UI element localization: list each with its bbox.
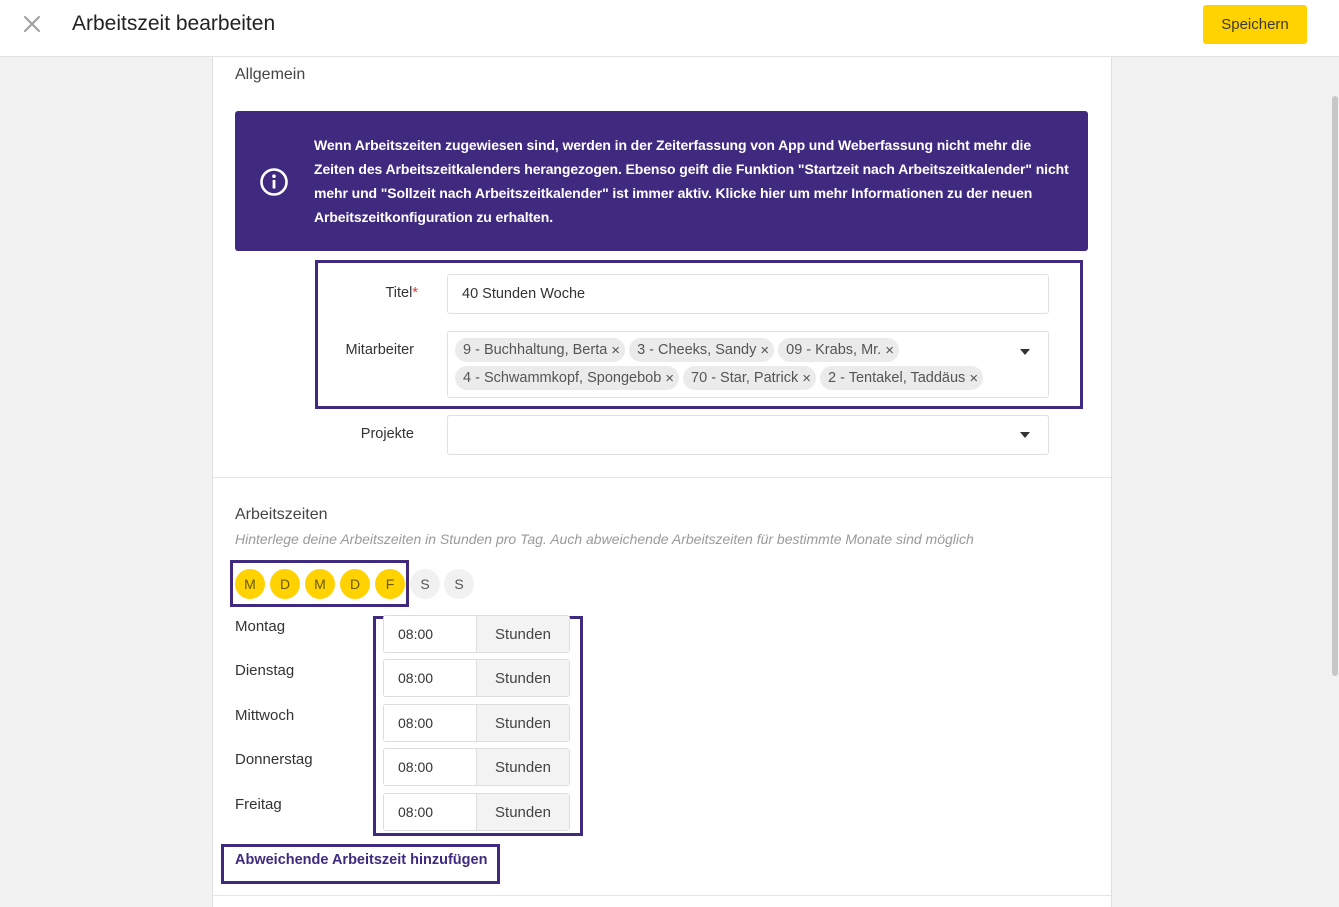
day-hours-field: Stunden [383, 748, 570, 786]
employee-chip: 4 - Schwammkopf, Spongebob × [455, 366, 680, 390]
section-divider [213, 895, 1111, 896]
hours-unit-label: Stunden [477, 794, 569, 830]
chevron-down-icon[interactable] [1020, 432, 1030, 438]
close-icon[interactable] [20, 12, 44, 36]
day-hours-field: Stunden [383, 704, 570, 742]
title-input[interactable] [447, 274, 1049, 314]
day-label: Donnerstag [235, 751, 313, 768]
title-label: Titel* [385, 285, 418, 301]
day-hours-field: Stunden [383, 615, 570, 653]
day-label: Freitag [235, 796, 282, 813]
remove-chip-icon[interactable]: × [802, 370, 811, 387]
projects-label: Projekte [360, 426, 414, 442]
employee-chip-label: 3 - Cheeks, Sandy [637, 342, 757, 358]
employee-chip-label: 9 - Buchhaltung, Berta [463, 342, 608, 358]
day-label: Montag [235, 618, 286, 635]
hours-input[interactable] [384, 705, 477, 741]
employee-chip: 9 - Buchhaltung, Berta × [455, 338, 626, 362]
scrollbar[interactable] [1332, 96, 1338, 676]
weekday-toggle[interactable]: F [375, 569, 405, 599]
weekday-toggle[interactable]: M [235, 569, 265, 599]
hours-unit-label: Stunden [477, 705, 569, 741]
day-label: Mittwoch [235, 707, 295, 724]
remove-chip-icon[interactable]: × [885, 342, 894, 359]
employees-label: Mitarbeiter [345, 342, 415, 358]
employees-multiselect[interactable]: 9 - Buchhaltung, Berta × 3 - Cheeks, Sandy… [447, 331, 1049, 398]
employee-chip-label: 2 - Tentakel, Taddäus [828, 370, 966, 386]
weekday-toggle[interactable]: S [444, 569, 474, 599]
top-bar: Arbeitszeit bearbeiten Speichern [0, 0, 1339, 57]
worktimes-subtitle: Hinterlege deine Arbeitszeiten in Stunde… [235, 531, 974, 547]
hours-input[interactable] [384, 794, 477, 830]
remove-chip-icon[interactable]: × [665, 370, 674, 387]
weekday-toggle[interactable]: D [270, 569, 300, 599]
employee-chip: 70 - Star, Patrick × [683, 366, 816, 390]
employee-chip-label: 70 - Star, Patrick [691, 370, 799, 386]
hours-unit-label: Stunden [477, 616, 569, 652]
remove-chip-icon[interactable]: × [760, 342, 769, 359]
info-icon [259, 167, 289, 197]
section-divider [213, 477, 1111, 478]
info-banner[interactable]: Wenn Arbeitszeiten zugewiesen sind, werd… [235, 111, 1088, 251]
weekday-toggle[interactable]: S [410, 569, 440, 599]
weekday-toggle[interactable]: M [305, 569, 335, 599]
section-title-worktimes: Arbeitszeiten [235, 506, 328, 523]
remove-chip-icon[interactable]: × [611, 342, 620, 359]
hours-input[interactable] [384, 616, 477, 652]
day-hours-field: Stunden [383, 793, 570, 831]
employee-chip-list: 9 - Buchhaltung, Berta × 3 - Cheeks, Sandy… [455, 338, 1015, 390]
section-title-general: Allgemein [235, 66, 306, 83]
employee-chip-label: 4 - Schwammkopf, Spongebob [463, 370, 662, 386]
weekday-toggle[interactable]: D [340, 569, 370, 599]
hours-input[interactable] [384, 749, 477, 785]
add-deviating-worktime-link[interactable]: Abweichende Arbeitszeit hinzufügen [235, 852, 487, 868]
employee-chip: 09 - Krabs, Mr. × [778, 338, 899, 362]
required-mark: * [412, 285, 418, 301]
hours-unit-label: Stunden [477, 660, 569, 696]
employee-chip: 2 - Tentakel, Taddäus × [820, 366, 984, 390]
remove-chip-icon[interactable]: × [969, 370, 978, 387]
save-button[interactable]: Speichern [1203, 5, 1307, 44]
page-title: Arbeitszeit bearbeiten [72, 12, 276, 35]
info-banner-text: Wenn Arbeitszeiten zugewiesen sind, werd… [314, 137, 1069, 225]
employee-chip-label: 09 - Krabs, Mr. [786, 342, 882, 358]
hours-unit-label: Stunden [477, 749, 569, 785]
hours-input[interactable] [384, 660, 477, 696]
day-label: Dienstag [235, 662, 295, 679]
day-hours-field: Stunden [383, 659, 570, 697]
chevron-down-icon[interactable] [1020, 349, 1030, 355]
employee-chip: 3 - Cheeks, Sandy × [629, 338, 775, 362]
projects-select[interactable] [447, 415, 1049, 455]
